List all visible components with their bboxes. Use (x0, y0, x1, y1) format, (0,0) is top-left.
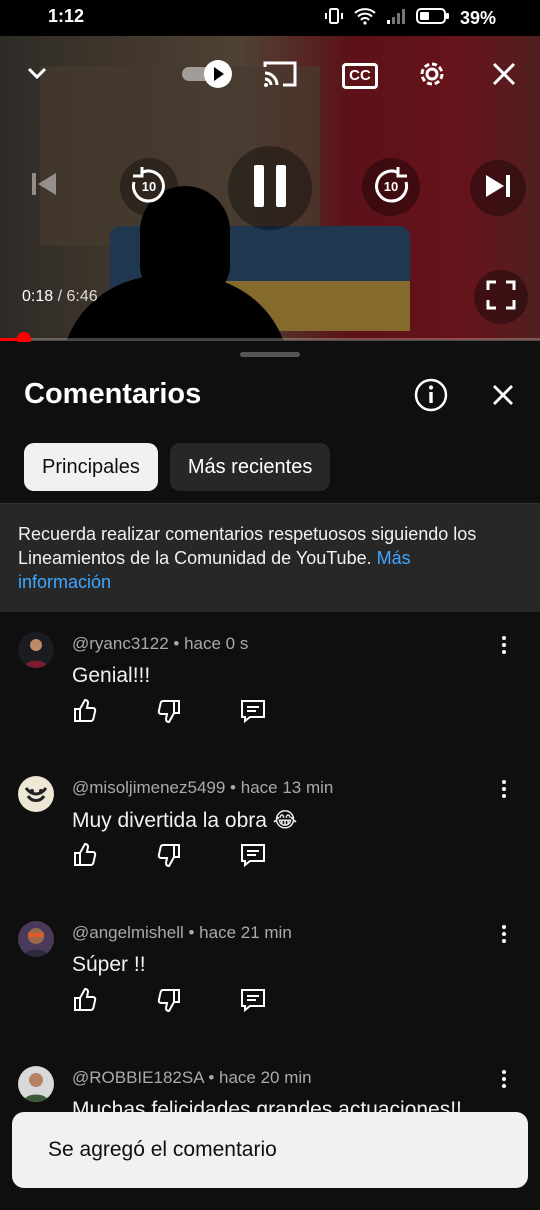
settings-button[interactable] (412, 56, 452, 96)
comment-added-toast: Se agregó el comentario (12, 1112, 528, 1188)
battery-icon (415, 7, 450, 30)
fullscreen-button[interactable] (474, 270, 528, 324)
like-icon[interactable] (72, 698, 98, 724)
battery-level: 39% (459, 8, 496, 28)
status-icons: 39% (324, 6, 496, 31)
reply-icon[interactable] (240, 698, 266, 724)
video-progress-bar[interactable] (0, 332, 540, 346)
autoplay-toggle[interactable] (180, 58, 236, 95)
autoplay-icon (180, 58, 236, 95)
dislike-icon[interactable] (156, 698, 182, 724)
wifi-icon (354, 7, 376, 30)
avatar[interactable] (18, 1066, 54, 1102)
cast-icon (263, 59, 297, 94)
close-player-button[interactable] (486, 58, 522, 94)
comment-item: @ryanc3122 • hace 0 s Genial!!! (0, 632, 540, 776)
status-bar: 1:12 39% (0, 0, 540, 36)
forward-10-icon: 10 (371, 165, 411, 210)
previous-video-button[interactable] (22, 162, 66, 210)
skip-next-icon (483, 171, 513, 206)
comment-author[interactable]: @ryanc3122 (72, 634, 169, 653)
reply-icon[interactable] (240, 987, 266, 1013)
sheet-title: Comentarios (24, 378, 202, 410)
avatar[interactable] (18, 921, 54, 957)
comment-meta: @misoljimenez5499 • hace 13 min (72, 778, 334, 797)
pause-button[interactable] (228, 146, 312, 230)
avatar[interactable] (18, 632, 54, 668)
dislike-icon[interactable] (156, 842, 182, 868)
fullscreen-icon (485, 279, 517, 316)
signal-icon (386, 7, 406, 30)
comment-time: hace 13 min (240, 778, 334, 797)
info-icon (414, 378, 448, 416)
comments-sheet: Comentarios Principales Más recientes Re… (0, 342, 540, 1200)
cast-button[interactable] (262, 58, 298, 94)
captions-icon: CC (342, 63, 378, 89)
comment-time: hace 20 min (219, 1068, 312, 1087)
pause-icon (250, 163, 290, 214)
avatar[interactable] (18, 776, 54, 812)
comment-actions (72, 987, 266, 1013)
reply-icon[interactable] (240, 842, 266, 868)
close-comments-button[interactable] (488, 380, 520, 412)
chevron-down-icon (24, 60, 50, 91)
info-button[interactable] (414, 378, 448, 412)
toast-text: Se agregó el comentario (48, 1138, 277, 1161)
comment-menu-button[interactable] (494, 1066, 514, 1092)
sort-tabs: Principales Más recientes (24, 443, 331, 491)
comment-time: hace 21 min (199, 923, 292, 942)
close-icon (488, 385, 518, 414)
comment-author[interactable]: @misoljimenez5499 (72, 778, 225, 797)
comment-meta: @ROBBIE182SA • hace 20 min (72, 1068, 312, 1087)
drag-handle[interactable] (240, 352, 300, 357)
svg-text:10: 10 (384, 179, 398, 194)
comment-menu-button[interactable] (494, 921, 514, 947)
like-icon[interactable] (72, 842, 98, 868)
video-duration: 6:46 (66, 288, 98, 305)
video-player[interactable]: CC 10 10 0:18 / 6:46 (0, 36, 540, 340)
forward-10-button[interactable]: 10 (362, 158, 420, 216)
gear-icon (415, 57, 449, 96)
notice-paragraph: Recuerda realizar comentarios respetuoso… (18, 522, 488, 594)
dislike-icon[interactable] (156, 987, 182, 1013)
skip-previous-icon (29, 169, 59, 204)
community-guidelines-notice: Recuerda realizar comentarios respetuoso… (0, 504, 540, 612)
tab-principales[interactable]: Principales (24, 443, 158, 491)
comment-text: Muy divertida la obra 😂 (72, 809, 298, 832)
comment-text: Súper !! (72, 953, 146, 976)
captions-button[interactable]: CC (340, 58, 380, 94)
rewind-10-button[interactable]: 10 (120, 158, 178, 216)
comment-text: Genial!!! (72, 664, 151, 687)
comment-item: @misoljimenez5499 • hace 13 min Muy dive… (0, 776, 540, 920)
video-timecode: 0:18 / 6:46 (22, 288, 98, 306)
comment-meta: @ryanc3122 • hace 0 s (72, 634, 249, 653)
svg-text:10: 10 (142, 179, 156, 194)
comment-menu-button[interactable] (494, 632, 514, 658)
replay-10-icon: 10 (129, 165, 169, 210)
close-icon (491, 61, 517, 92)
next-video-button[interactable] (470, 160, 526, 216)
minimize-player-button[interactable] (20, 58, 54, 92)
time-separator: / (57, 288, 63, 305)
comment-author[interactable]: @angelmishell (72, 923, 184, 942)
comment-author[interactable]: @ROBBIE182SA (72, 1068, 204, 1087)
comment-actions (72, 842, 266, 868)
status-time: 1:12 (48, 6, 85, 26)
comment-menu-button[interactable] (494, 776, 514, 802)
vibrate-icon (324, 6, 344, 31)
comment-meta: @angelmishell • hace 21 min (72, 923, 292, 942)
tab-mas-recientes[interactable]: Más recientes (169, 443, 331, 491)
current-time: 0:18 (22, 288, 54, 305)
comment-time: hace 0 s (184, 634, 249, 653)
comment-item: @angelmishell • hace 21 min Súper !! (0, 921, 540, 1065)
comment-actions (72, 698, 266, 724)
like-icon[interactable] (72, 987, 98, 1013)
